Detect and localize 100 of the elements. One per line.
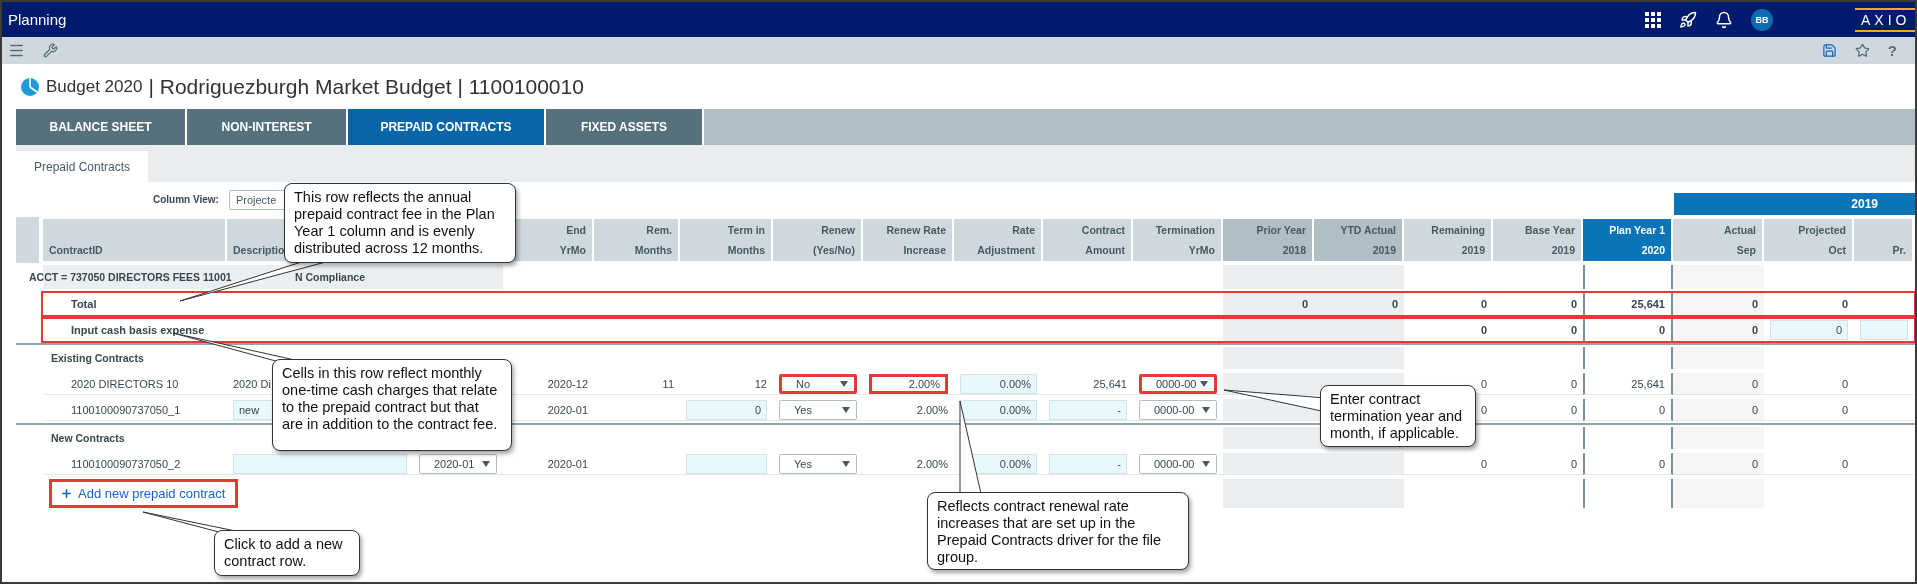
column-header: Actual Sep: [1673, 219, 1764, 261]
tab[interactable]: PREPAID CONTRACTS: [348, 109, 544, 145]
table-cell-text: 0: [1840, 297, 1849, 312]
table-cell: 0: [1673, 319, 1764, 341]
table-cell: 0: [1493, 453, 1583, 475]
caret-icon: [1202, 406, 1210, 413]
column-header: Contract Amount: [1043, 219, 1133, 261]
table-cell: 0: [1764, 373, 1854, 395]
column-header: ContractID: [43, 219, 227, 261]
section-label: New Contracts: [51, 432, 125, 444]
input-field[interactable]: -: [1049, 453, 1127, 474]
column-header: Projected Oct: [1764, 219, 1854, 261]
input-field[interactable]: 0: [686, 399, 767, 420]
column-header: Termination YrMo: [1133, 219, 1223, 261]
logo: AXIO: [1855, 7, 1915, 32]
dropdown[interactable]: Yes: [779, 453, 857, 474]
table-cell: 2.00%: [863, 399, 954, 421]
header-cell: [16, 217, 41, 263]
table-cell: 0: [1404, 453, 1493, 475]
table-cell: 2.00%: [863, 453, 954, 475]
apps-grid-icon[interactable]: [1645, 11, 1661, 28]
tab[interactable]: FIXED ASSETS: [546, 109, 702, 145]
dropdown[interactable]: 0000-00: [1139, 373, 1217, 394]
table-cell: 1100100090737050_1: [43, 399, 227, 421]
table-cell: 0: [1764, 453, 1854, 475]
table-cell: 0: [1673, 373, 1764, 395]
table-cell: 1100100090737050_2: [43, 453, 227, 475]
app-title: Planning: [8, 11, 67, 28]
sub-tab[interactable]: Prepaid Contracts: [16, 151, 149, 182]
table-cell-text: 0: [1569, 323, 1578, 338]
table-cell: 25,641: [1043, 373, 1133, 395]
column-header: Remaining 2019: [1404, 219, 1493, 261]
column-header: Plan Year 1 2020: [1583, 219, 1673, 261]
column-header: Prior Year 2018: [1223, 219, 1314, 261]
help-icon[interactable]: ?: [1887, 42, 1897, 59]
column-header: Term in Months: [680, 219, 773, 261]
input-field[interactable]: [1860, 320, 1908, 340]
add-contract-link[interactable]: Add new prepaid contract: [49, 479, 239, 508]
table-cell-text: 0: [1569, 297, 1578, 312]
table-cell: 0: [1493, 399, 1583, 421]
menu-icon[interactable]: [8, 42, 25, 59]
column-header: Rate Adjustment: [954, 219, 1043, 261]
table-cell-text: Input cash basis expense: [70, 323, 206, 338]
table-cell: 2020 DIRECTORS 10: [43, 373, 227, 395]
table-cell: 0: [1673, 399, 1764, 421]
table-cell: 0: [1493, 373, 1583, 395]
table-cell-text: 0: [1479, 297, 1488, 312]
caret-icon: [840, 380, 848, 387]
rocket-icon[interactable]: [1679, 10, 1697, 29]
dropdown[interactable]: No: [779, 373, 857, 394]
caret-icon: [482, 460, 490, 467]
tab[interactable]: BALANCE SHEET: [16, 109, 185, 145]
table-cell: 0: [1314, 293, 1404, 315]
column-header: Renew (Yes/No): [773, 219, 863, 261]
dropdown[interactable]: 0000-00: [1139, 399, 1217, 420]
tab[interactable]: NON-INTEREST: [187, 109, 346, 145]
column-header: Base Year 2019: [1493, 219, 1583, 261]
table-cell: 11: [594, 373, 680, 395]
pie-chart-icon: [20, 76, 40, 97]
table-cell: 0: [1673, 293, 1764, 315]
caret-icon: [842, 406, 850, 413]
table-cell: 2020-01: [503, 453, 594, 475]
section-label: Existing Contracts: [51, 352, 144, 364]
column-header: Pr.: [1854, 219, 1914, 261]
table-cell-text: Total: [70, 297, 98, 312]
table-cell-text: 0: [1479, 323, 1488, 338]
caret-icon: [842, 460, 850, 467]
plus-icon: [60, 487, 73, 500]
callout-tooltip: Reflects contract renewal rate increases that are set up in the Prepaid Contracts driver for the file group.: [927, 492, 1189, 570]
page-title-prefix: Budget 2020: [46, 76, 143, 97]
notification-bell-icon[interactable]: [1715, 10, 1733, 29]
dropdown[interactable]: 2020-01: [419, 453, 497, 474]
column-header: YTD Actual 2019: [1314, 219, 1404, 261]
input-field[interactable]: 0: [1770, 320, 1848, 340]
input-field[interactable]: [233, 453, 407, 474]
table-cell: 0: [1673, 453, 1764, 475]
callout-tooltip: Enter contract termination year and month, if applicable.: [1320, 385, 1476, 447]
input-field[interactable]: -: [1049, 399, 1127, 420]
input-field[interactable]: [686, 453, 767, 474]
table-cell: 0: [1223, 293, 1314, 315]
column-header: Rem. Months: [594, 219, 680, 261]
input-field[interactable]: 2.00%: [869, 373, 948, 394]
star-icon[interactable]: [1854, 43, 1870, 58]
year-band: 2019: [1674, 193, 1915, 215]
page-title: | Rodriguezburgh Market Budget | 1100100010: [148, 74, 584, 99]
caret-icon: [1200, 380, 1208, 387]
input-field[interactable]: 0.00%: [960, 373, 1037, 394]
dropdown[interactable]: Yes: [779, 399, 857, 420]
dropdown[interactable]: 0000-00: [1139, 453, 1217, 474]
save-icon[interactable]: [1821, 43, 1837, 58]
wrench-icon[interactable]: [43, 43, 58, 58]
table-cell: 12: [680, 373, 773, 395]
table-cell: 0: [1764, 399, 1854, 421]
column-header: Renew Rate Increase: [863, 219, 954, 261]
user-avatar[interactable]: BB: [1751, 8, 1773, 31]
group-label: ACCT = 737050 DIRECTORS FEES 11001: [29, 271, 232, 283]
column-view-label: Column View:: [153, 194, 219, 205]
caret-icon: [1202, 460, 1210, 467]
group-label: N Compliance: [295, 271, 365, 283]
input-field[interactable]: 0.00%: [960, 399, 1037, 420]
